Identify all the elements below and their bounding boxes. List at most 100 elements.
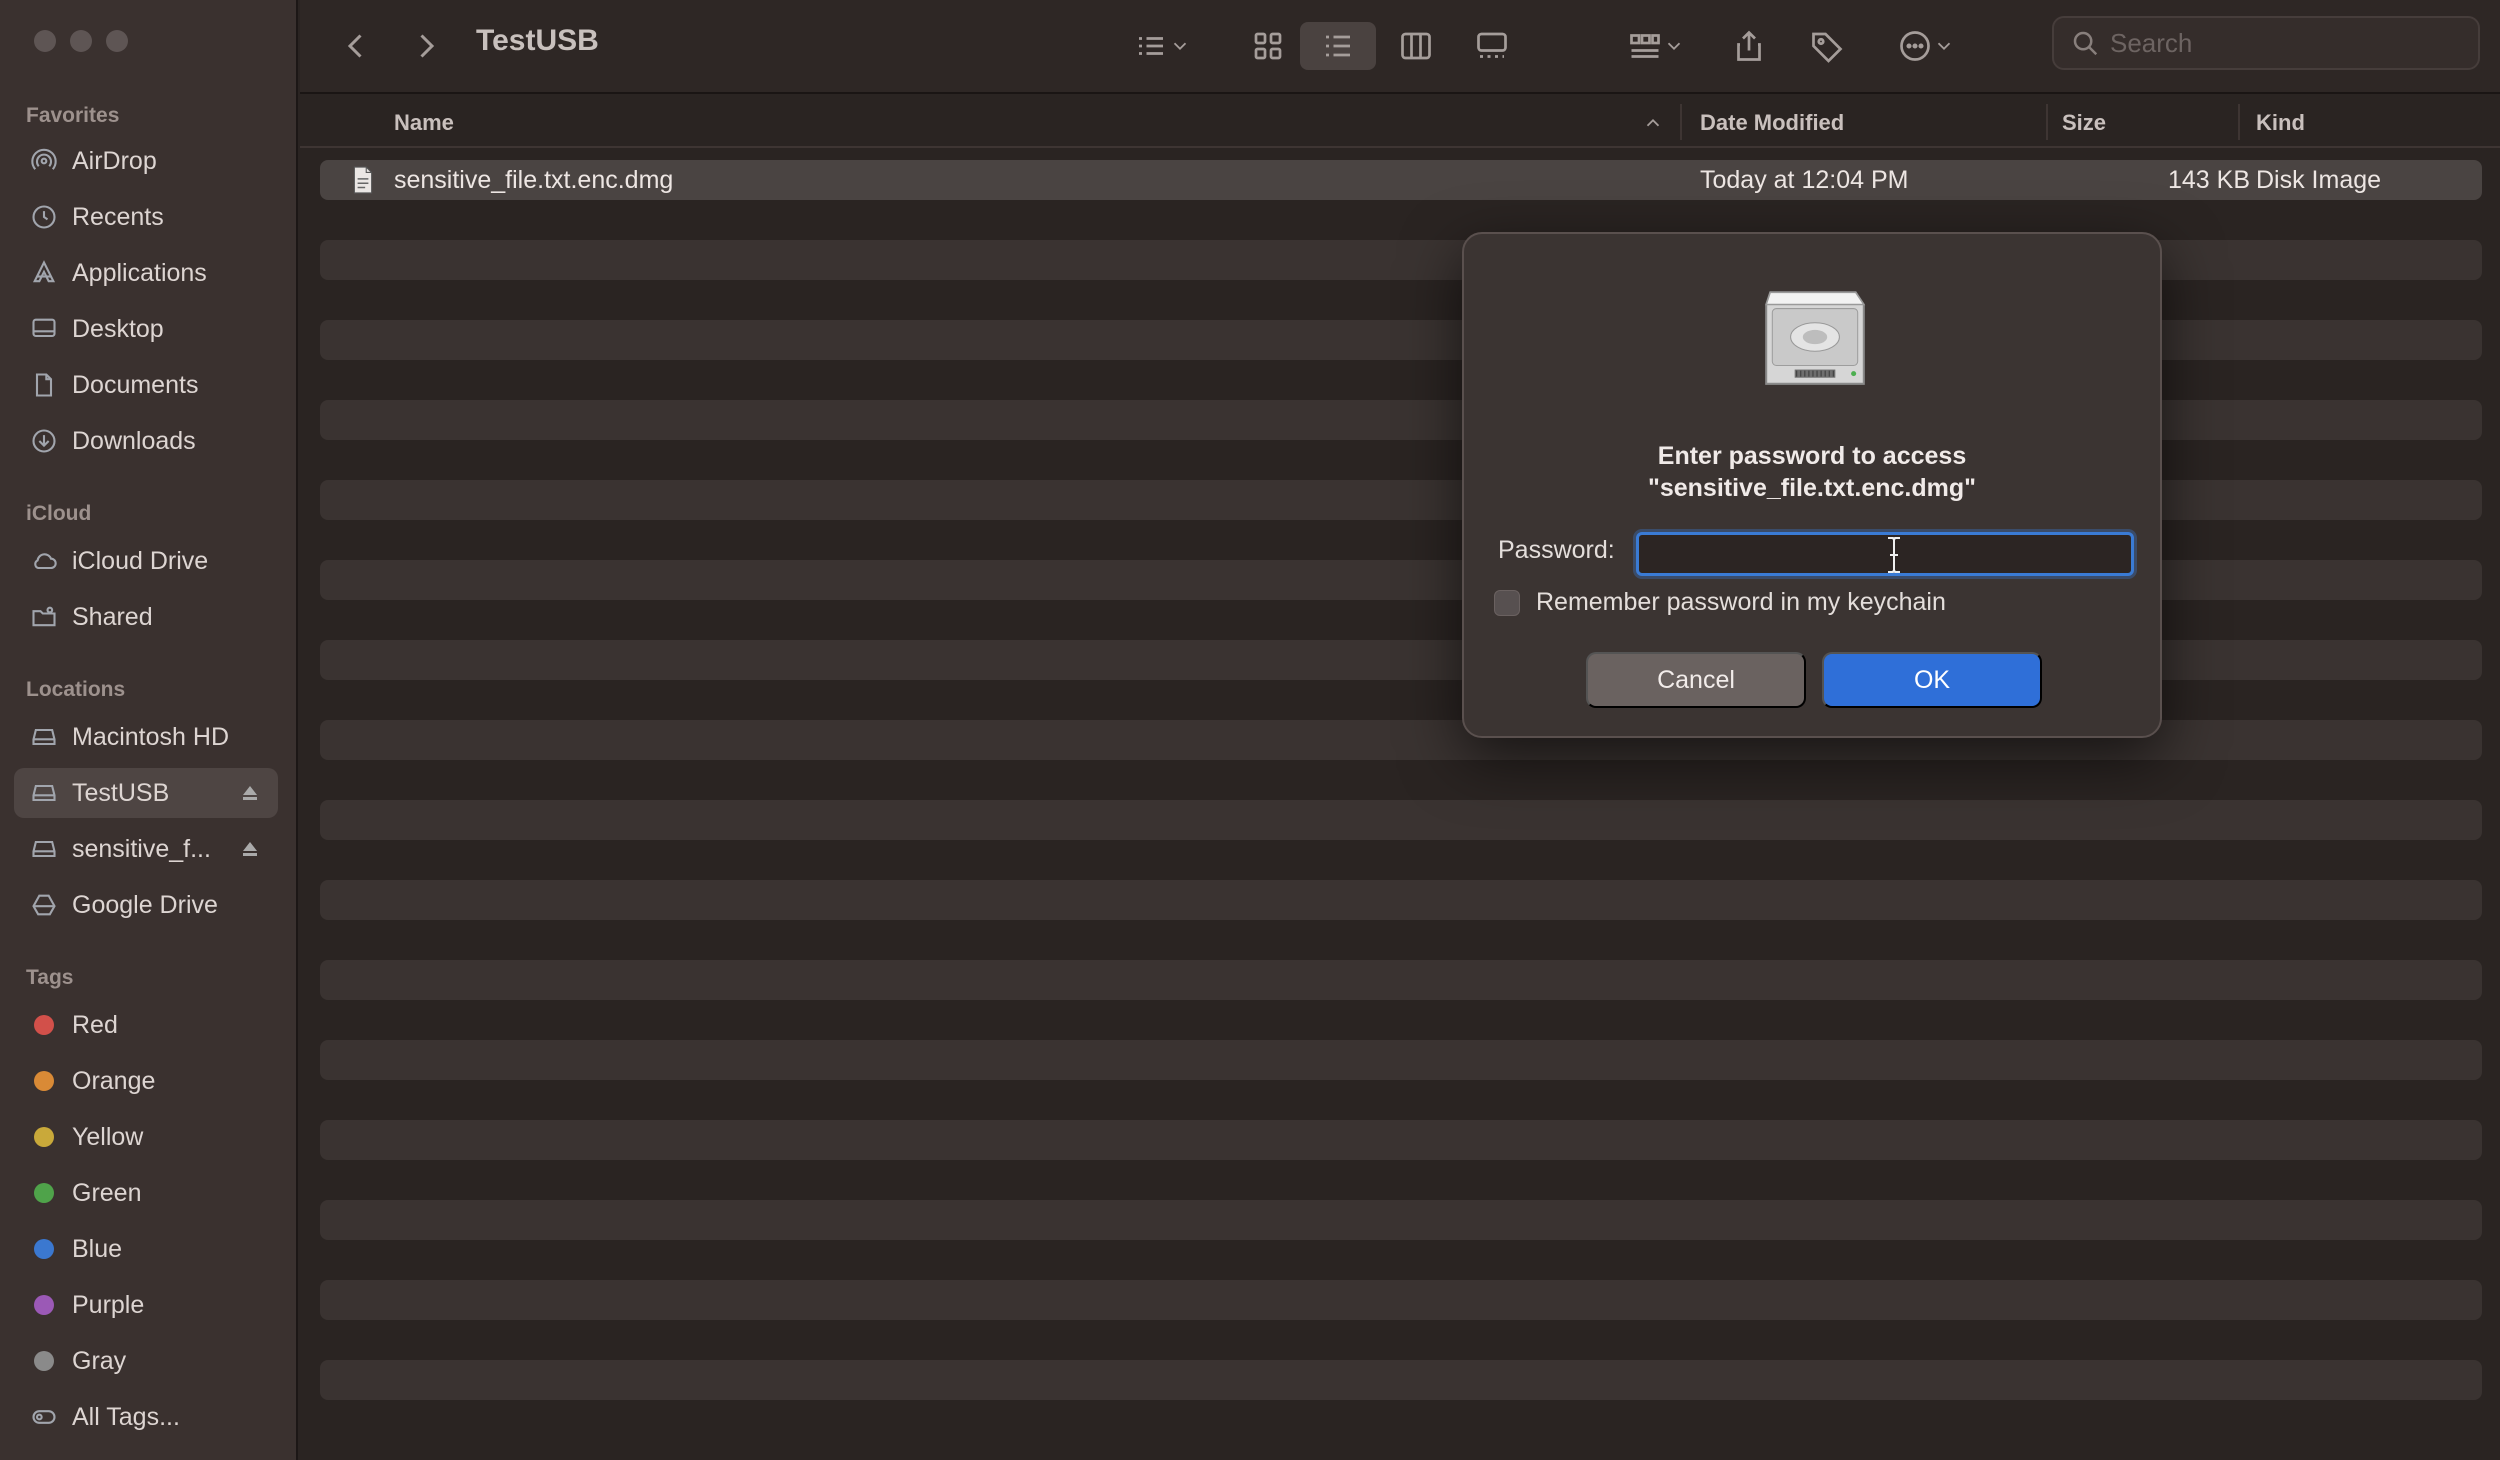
sidebar-item-label: TestUSB bbox=[72, 778, 170, 807]
list-row-stripe bbox=[320, 1200, 2482, 1240]
column-view-button[interactable] bbox=[1384, 22, 1448, 70]
zoom-window-button[interactable] bbox=[106, 30, 128, 52]
sort-ascending-icon[interactable] bbox=[1642, 112, 1664, 134]
sidebar-item-recents[interactable]: Recents bbox=[14, 192, 278, 242]
sidebar-item-label: iCloud Drive bbox=[72, 546, 209, 575]
drive-icon bbox=[30, 723, 58, 751]
sidebar-tag-orange[interactable]: Orange bbox=[14, 1056, 278, 1106]
tag-color-dot bbox=[34, 1239, 54, 1259]
tag-color-dot bbox=[34, 1183, 54, 1203]
sidebar-tag-purple[interactable]: Purple bbox=[14, 1280, 278, 1330]
list-row-stripe bbox=[320, 880, 2482, 920]
more-actions-button[interactable] bbox=[1886, 22, 1966, 70]
sidebar-item-documents[interactable]: Documents bbox=[14, 360, 278, 410]
list-row-stripe bbox=[320, 1120, 2482, 1160]
sidebar-item-label: Green bbox=[72, 1178, 142, 1207]
table-row[interactable]: sensitive_file.txt.enc.dmg Today at 12:0… bbox=[320, 160, 2482, 200]
sidebar-tag-blue[interactable]: Blue bbox=[14, 1224, 278, 1274]
sidebar-item-label: sensitive_f... bbox=[72, 834, 211, 863]
sidebar-item-applications[interactable]: Applications bbox=[14, 248, 278, 298]
file-date-modified: Today at 12:04 PM bbox=[1700, 165, 1909, 194]
close-window-button[interactable] bbox=[34, 30, 56, 52]
sidebar-item-label: Orange bbox=[72, 1066, 156, 1095]
sidebar-item-macintosh-hd[interactable]: Macintosh HD bbox=[14, 712, 278, 762]
cloud-icon bbox=[30, 547, 58, 575]
cancel-button[interactable]: Cancel bbox=[1586, 652, 1806, 708]
sidebar-item-label: Purple bbox=[72, 1290, 145, 1319]
text-cursor-icon bbox=[1888, 537, 1900, 573]
sidebar-item-label: Desktop bbox=[72, 314, 164, 343]
list-row-stripe bbox=[320, 960, 2482, 1000]
search-field[interactable] bbox=[2052, 16, 2480, 70]
remember-password-checkbox[interactable] bbox=[1494, 589, 1520, 616]
search-input[interactable] bbox=[2110, 27, 2450, 59]
tag-icon bbox=[1812, 32, 1843, 63]
file-kind: Disk Image bbox=[2256, 165, 2382, 194]
list-row-stripe bbox=[320, 1280, 2482, 1320]
airdrop-icon bbox=[30, 147, 58, 175]
chevron-down-icon bbox=[1667, 42, 1681, 51]
column-header-name[interactable]: Name bbox=[394, 110, 454, 136]
ok-button[interactable]: OK bbox=[1822, 652, 2042, 708]
sidebar-item-airdrop[interactable]: AirDrop bbox=[14, 136, 278, 186]
grid-icon bbox=[1254, 32, 1282, 60]
sidebar-item-sensitive-volume[interactable]: sensitive_f... bbox=[14, 824, 278, 874]
toolbar: TestUSB bbox=[300, 0, 2500, 94]
sidebar-item-label: Macintosh HD bbox=[72, 722, 229, 751]
sidebar-item-desktop[interactable]: Desktop bbox=[14, 304, 278, 354]
icon-view-button[interactable] bbox=[1236, 22, 1300, 70]
sidebar-item-testusb[interactable]: TestUSB bbox=[14, 768, 278, 818]
ellipsis-circle-icon bbox=[1900, 31, 1930, 61]
group-by-button[interactable] bbox=[1120, 22, 1204, 70]
eject-icon[interactable] bbox=[238, 781, 262, 805]
sidebar-item-label: Shared bbox=[72, 602, 153, 631]
column-header-date[interactable]: Date Modified bbox=[1700, 110, 1844, 136]
eject-icon[interactable] bbox=[238, 837, 262, 861]
columns-icon bbox=[1401, 32, 1431, 60]
password-dialog: Enter password to access "sensitive_file… bbox=[1462, 232, 2162, 738]
share-button[interactable] bbox=[1724, 22, 1774, 70]
sidebar-tag-green[interactable]: Green bbox=[14, 1168, 278, 1218]
password-label: Password: bbox=[1498, 536, 1615, 564]
column-divider[interactable] bbox=[2046, 104, 2048, 140]
sidebar-item-icloud-drive[interactable]: iCloud Drive bbox=[14, 536, 278, 586]
remember-password-option[interactable]: Remember password in my keychain bbox=[1494, 588, 1946, 617]
list-view-button[interactable] bbox=[1300, 22, 1376, 70]
list-icon bbox=[1326, 35, 1350, 57]
back-button[interactable] bbox=[336, 22, 376, 70]
group-button[interactable] bbox=[1614, 22, 1698, 70]
window-title: TestUSB bbox=[476, 24, 599, 57]
column-divider[interactable] bbox=[2238, 104, 2240, 140]
sidebar-tag-red[interactable]: Red bbox=[14, 1000, 278, 1050]
column-header-kind[interactable]: Kind bbox=[2256, 110, 2305, 136]
minimize-window-button[interactable] bbox=[70, 30, 92, 52]
group-icon bbox=[1630, 34, 1660, 58]
sidebar-item-all-tags[interactable]: All Tags... bbox=[14, 1392, 278, 1442]
gallery-view-button[interactable] bbox=[1460, 22, 1524, 70]
sidebar-item-downloads[interactable]: Downloads bbox=[14, 416, 278, 466]
sidebar-item-label: All Tags... bbox=[72, 1402, 180, 1431]
sidebar-item-label: Documents bbox=[72, 370, 199, 399]
sidebar-item-label: Yellow bbox=[72, 1122, 144, 1151]
column-header-size[interactable]: Size bbox=[2062, 110, 2106, 136]
sidebar-item-google-drive[interactable]: Google Drive bbox=[14, 880, 278, 930]
clock-icon bbox=[30, 203, 58, 231]
tag-color-dot bbox=[34, 1351, 54, 1371]
sidebar-item-label: Gray bbox=[72, 1346, 127, 1375]
sidebar-section-icloud: iCloud bbox=[26, 502, 92, 525]
sidebar-item-label: Blue bbox=[72, 1234, 123, 1263]
drive-icon bbox=[30, 779, 58, 807]
tag-button[interactable] bbox=[1802, 22, 1852, 70]
download-icon bbox=[30, 427, 58, 455]
sidebar-tag-yellow[interactable]: Yellow bbox=[14, 1112, 278, 1162]
forward-button[interactable] bbox=[406, 22, 446, 70]
google-drive-icon bbox=[30, 891, 58, 919]
column-divider[interactable] bbox=[1680, 104, 1682, 140]
share-icon bbox=[1737, 30, 1761, 61]
sidebar-item-shared[interactable]: Shared bbox=[14, 592, 278, 642]
drive-icon bbox=[30, 835, 58, 863]
sidebar-tag-gray[interactable]: Gray bbox=[14, 1336, 278, 1386]
tag-color-dot bbox=[34, 1127, 54, 1147]
chevron-down-icon bbox=[1937, 42, 1951, 51]
chevron-left-icon bbox=[347, 34, 362, 58]
